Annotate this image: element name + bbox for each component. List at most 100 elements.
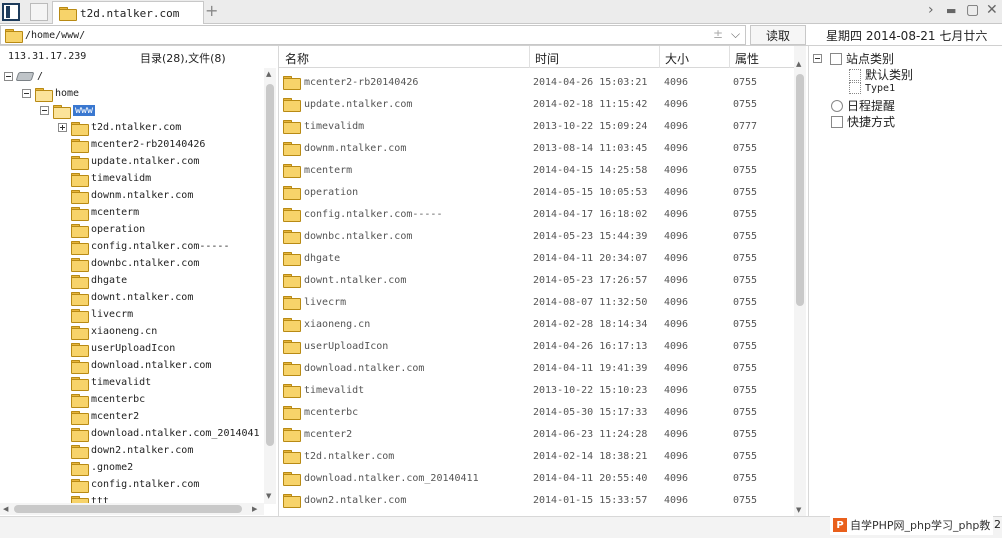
- tree-node[interactable]: download.ntalker.com_2014041: [58, 425, 260, 442]
- column-header-time[interactable]: 时间: [535, 50, 559, 67]
- tree-node[interactable]: config.ntalker.com-----: [58, 238, 229, 255]
- schedule-node[interactable]: 日程提醒: [831, 97, 895, 114]
- tree-node[interactable]: timevalidt: [58, 374, 151, 391]
- file-row[interactable]: download.ntalker.com 2014-04-11 19:41:39 4…: [279, 357, 794, 379]
- scroll-up-icon[interactable]: ▲: [266, 70, 271, 78]
- default-category-node[interactable]: 默认类别: [849, 66, 913, 83]
- file-row[interactable]: dhgate 2014-04-11 20:34:07 4096 0755: [279, 247, 794, 269]
- tree-node[interactable]: timevalidm: [58, 170, 151, 187]
- tree-node[interactable]: down2.ntalker.com: [58, 442, 193, 459]
- scroll-left-icon[interactable]: ◀: [3, 505, 8, 513]
- file-row[interactable]: timevalidt 2013-10-22 15:10:23 4096 0755: [279, 379, 794, 401]
- scroll-right-icon[interactable]: ▶: [252, 505, 257, 513]
- path-input[interactable]: /home/www/: [0, 25, 746, 45]
- scroll-thumb[interactable]: [14, 505, 242, 513]
- tree-node[interactable]: userUploadIcon: [58, 340, 175, 357]
- file-perm: 0755: [733, 142, 758, 154]
- type1-node[interactable]: Type1: [849, 82, 895, 94]
- tree-node[interactable]: downt.ntalker.com: [58, 289, 193, 306]
- tree-label: update.ntalker.com: [91, 156, 200, 167]
- tree-node[interactable]: config.ntalker.com: [58, 476, 199, 493]
- file-perm: 0755: [733, 76, 758, 88]
- column-divider[interactable]: [659, 46, 660, 68]
- tree-node[interactable]: download.ntalker.com: [58, 357, 211, 374]
- file-row[interactable]: download.ntalker.com_20140411 2014-04-11 …: [279, 467, 794, 489]
- column-divider[interactable]: [729, 46, 730, 68]
- tree-node[interactable]: dhgate: [58, 272, 127, 289]
- scroll-down-icon[interactable]: ▼: [796, 506, 801, 514]
- file-row[interactable]: t2d.ntalker.com 2014-02-14 18:38:21 4096 07…: [279, 445, 794, 467]
- collapse-icon[interactable]: [4, 72, 13, 81]
- tree-node[interactable]: downm.ntalker.com: [58, 187, 193, 204]
- file-row[interactable]: livecrm 2014-08-07 11:32:50 4096 0755: [279, 291, 794, 313]
- file-row[interactable]: mcenter2-rb20140426 2014-04-26 15:03:21 40…: [279, 71, 794, 93]
- maximize-icon[interactable]: ▢: [966, 2, 979, 18]
- column-header-perm[interactable]: 属性: [735, 50, 759, 67]
- file-row[interactable]: mcenterm 2014-04-15 14:25:58 4096 0755: [279, 159, 794, 181]
- column-divider[interactable]: [529, 46, 530, 68]
- tree-label: config.ntalker.com-----: [91, 241, 230, 252]
- site-category-node[interactable]: 站点类别: [813, 50, 894, 67]
- read-button[interactable]: 读取: [750, 25, 806, 45]
- collapse-icon[interactable]: [813, 54, 822, 63]
- expand-icon[interactable]: [58, 123, 67, 132]
- column-header-size[interactable]: 大小: [665, 50, 689, 67]
- file-name: downbc.ntalker.com: [304, 230, 413, 242]
- scroll-thumb[interactable]: [796, 74, 804, 306]
- scroll-down-icon[interactable]: ▼: [266, 492, 271, 500]
- tree-node-home[interactable]: home: [22, 85, 79, 102]
- file-row[interactable]: downm.ntalker.com 2013-08-14 11:03:45 4096…: [279, 137, 794, 159]
- folder-icon: [283, 428, 301, 442]
- sidebar-toggle-icon[interactable]: [2, 3, 20, 21]
- folder-icon: [283, 296, 301, 310]
- shortcuts-node[interactable]: 快捷方式: [831, 113, 895, 130]
- tree-vertical-scrollbar[interactable]: ▲ ▼: [264, 68, 276, 504]
- file-row[interactable]: downbc.ntalker.com 2014-05-23 15:44:39 409…: [279, 225, 794, 247]
- file-row[interactable]: operation 2014-05-15 10:05:53 4096 0755: [279, 181, 794, 203]
- tree-node[interactable]: operation: [58, 221, 145, 238]
- tree-node-root[interactable]: /: [4, 68, 43, 85]
- tree-node[interactable]: update.ntalker.com: [58, 153, 199, 170]
- file-list-vertical-scrollbar[interactable]: ▲ ▼: [794, 46, 806, 516]
- tree-node[interactable]: xiaoneng.cn: [58, 323, 157, 340]
- file-row[interactable]: down2.ntalker.com 2014-01-15 15:33:57 4096…: [279, 489, 794, 511]
- collapse-icon[interactable]: [40, 106, 49, 115]
- tab-active[interactable]: t2d.ntalker.com: [52, 1, 204, 24]
- file-row[interactable]: mcenterbc 2014-05-30 15:17:33 4096 0755: [279, 401, 794, 423]
- tab-title: t2d.ntalker.com: [80, 6, 180, 20]
- collapse-icon[interactable]: [22, 89, 31, 98]
- blank-tab-icon[interactable]: [30, 3, 48, 21]
- tree-node[interactable]: livecrm: [58, 306, 133, 323]
- folder-icon: [71, 410, 89, 425]
- file-row[interactable]: xiaoneng.cn 2014-02-28 18:14:34 4096 0755: [279, 313, 794, 335]
- file-name-cell: mcenter2: [283, 428, 352, 442]
- tree-node[interactable]: downbc.ntalker.com: [58, 255, 199, 272]
- file-row[interactable]: update.ntalker.com 2014-02-18 11:15:42 409…: [279, 93, 794, 115]
- file-row[interactable]: mcenter2 2014-06-23 11:24:28 4096 0755: [279, 423, 794, 445]
- minimize-icon[interactable]: ▬: [946, 4, 956, 17]
- file-row[interactable]: userUploadIcon 2014-04-26 16:17:13 4096 075…: [279, 335, 794, 357]
- chevron-down-icon[interactable]: ⌵: [731, 27, 740, 42]
- tree-node[interactable]: mcenterbc: [58, 391, 145, 408]
- tree-node[interactable]: mcenter2: [58, 408, 139, 425]
- file-row[interactable]: downt.ntalker.com 2014-05-23 17:26:57 4096…: [279, 269, 794, 291]
- scroll-up-icon[interactable]: ▲: [796, 60, 801, 68]
- file-row[interactable]: config.ntalker.com----- 2014-04-17 16:18:…: [279, 203, 794, 225]
- date-display: 星期四 2014-08-21 七月廿六: [826, 29, 988, 43]
- file-size: 4096: [664, 164, 689, 176]
- tree-horizontal-scrollbar[interactable]: ◀ ▶: [0, 503, 264, 515]
- next-arrow-icon[interactable]: ›: [928, 2, 934, 18]
- file-row[interactable]: timevalidm 2013-10-22 15:09:24 4096 0777: [279, 115, 794, 137]
- tree-node[interactable]: .gnome2: [58, 459, 133, 476]
- close-icon[interactable]: ✕: [986, 2, 998, 18]
- file-name-cell: downm.ntalker.com: [283, 142, 406, 156]
- column-header-name[interactable]: 名称: [285, 50, 309, 67]
- tree-node-www[interactable]: www: [40, 102, 96, 119]
- tree-node[interactable]: t2d.ntalker.com: [58, 119, 181, 136]
- scroll-thumb[interactable]: [266, 84, 274, 446]
- folder-icon: [71, 342, 89, 357]
- tree-node[interactable]: mcenterm: [58, 204, 139, 221]
- new-tab-button[interactable]: +: [205, 1, 218, 20]
- tree-node[interactable]: mcenter2-rb20140426: [58, 136, 205, 153]
- bookmark-icon[interactable]: ±: [713, 27, 723, 41]
